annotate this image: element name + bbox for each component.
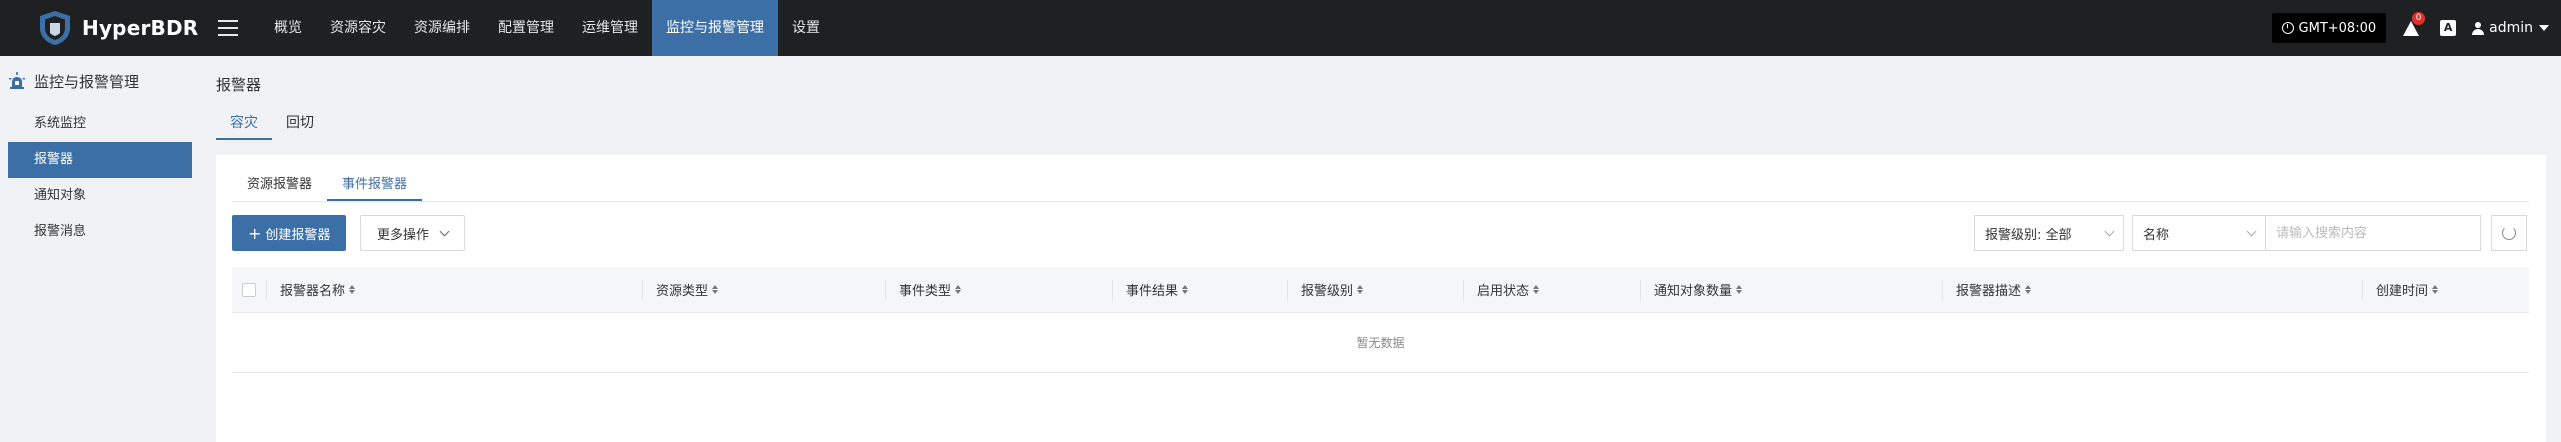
empty-state: 暂无数据 [232, 313, 2529, 373]
tab-failback[interactable]: 回切 [272, 110, 328, 140]
username: admin [2489, 20, 2533, 36]
timezone-button[interactable]: GMT+08:00 [2271, 13, 2387, 43]
chevron-down-icon [2246, 226, 2257, 236]
sort-icon [2025, 285, 2032, 294]
column-label: 报警器名称 [280, 284, 346, 299]
main-nav: 概览 资源容灾 资源编排 配置管理 运维管理 监控与报警管理 设置 [260, 0, 834, 56]
topbar-tools: GMT+08:00 0 A admin [2271, 0, 2561, 56]
main-content: 报警器 容灾 回切 资源报警器 事件报警器 + 创建报警器 更多操作 报警级别:… [216, 56, 2561, 442]
plus-icon: + [248, 223, 262, 243]
sidebar-item-system-monitor[interactable]: 系统监控 [0, 106, 200, 142]
brand-name: HyperBDR [82, 16, 199, 40]
user-menu[interactable]: admin [2472, 20, 2549, 36]
column-label: 报警级别 [1301, 284, 1354, 299]
alarm-level-select[interactable]: 报警级别: 全部 [1974, 215, 2124, 251]
search-input[interactable] [2266, 215, 2481, 251]
column-label: 报警器描述 [1956, 284, 2022, 299]
sidebar-item-alarm-messages[interactable]: 报警消息 [0, 214, 200, 250]
column-label: 事件结果 [1126, 284, 1179, 299]
column-header-notify-count[interactable]: 通知对象数量 [1640, 267, 1942, 313]
sidebar: 监控与报警管理 系统监控 报警器 通知对象 报警消息 [0, 56, 200, 442]
language-icon[interactable]: A [2440, 20, 2457, 36]
search-field-value: 名称 [2143, 227, 2170, 243]
column-header-alarm-level[interactable]: 报警级别 [1287, 267, 1463, 313]
column-label: 创建时间 [2376, 284, 2429, 299]
chevron-down-icon [439, 226, 450, 236]
sort-icon [1736, 285, 1743, 294]
alert-count-badge: 0 [2412, 12, 2426, 25]
search-field-select[interactable]: 名称 [2132, 215, 2266, 251]
column-label: 启用状态 [1477, 284, 1530, 299]
column-label: 通知对象数量 [1654, 284, 1733, 299]
nav-resource-dr[interactable]: 资源容灾 [316, 0, 400, 56]
alarm-light-icon [9, 72, 25, 89]
sidebar-title: 监控与报警管理 [34, 72, 140, 91]
more-actions-label: 更多操作 [377, 227, 430, 243]
select-all-checkbox[interactable] [242, 282, 256, 297]
chevron-down-icon [2104, 226, 2115, 236]
nav-overview[interactable]: 概览 [260, 0, 316, 56]
top-navbar: HyperBDR 概览 资源容灾 资源编排 配置管理 运维管理 监控与报警管理 … [0, 0, 2561, 56]
alert-bell[interactable]: 0 [2402, 12, 2426, 37]
create-alarm-button[interactable]: + 创建报警器 [232, 215, 347, 251]
create-alarm-label: 创建报警器 [265, 227, 331, 243]
sidebar-header: 监控与报警管理 [0, 56, 200, 106]
sort-icon [1533, 285, 1540, 294]
column-header-resource-type[interactable]: 资源类型 [642, 267, 885, 313]
brand-logo[interactable]: HyperBDR [0, 0, 210, 56]
mode-tabs: 容灾 回切 [216, 110, 328, 140]
column-header-name[interactable]: 报警器名称 [266, 267, 642, 313]
sort-icon [955, 285, 962, 294]
column-label: 资源类型 [656, 284, 709, 299]
table-header: 报警器名称 资源类型 事件类型 事件结果 报警级别 启用状态 通知对象数量 报警… [232, 267, 2529, 313]
page-title: 报警器 [216, 76, 262, 94]
nav-orchestration[interactable]: 资源编排 [400, 0, 484, 56]
logo-shield-icon [40, 11, 70, 45]
alarm-type-tabs: 资源报警器 事件报警器 [232, 169, 2529, 202]
sort-icon [2432, 285, 2439, 294]
tab-resource-alarms[interactable]: 资源报警器 [232, 169, 327, 201]
user-icon [2472, 21, 2485, 35]
sidebar-item-alarms[interactable]: 报警器 [8, 142, 192, 178]
timezone-label: GMT+08:00 [2298, 20, 2377, 36]
sort-icon [349, 285, 356, 294]
sort-icon [1357, 285, 1364, 294]
alarm-table: 报警器名称 资源类型 事件类型 事件结果 报警级别 启用状态 通知对象数量 报警… [232, 267, 2529, 373]
alarm-card: 资源报警器 事件报警器 + 创建报警器 更多操作 报警级别: 全部 名称 请输入… [216, 155, 2546, 442]
select-all-cell [232, 267, 266, 313]
nav-operations[interactable]: 运维管理 [568, 0, 652, 56]
tab-dr[interactable]: 容灾 [216, 110, 272, 140]
sort-icon [1182, 285, 1189, 294]
nav-config[interactable]: 配置管理 [484, 0, 568, 56]
menu-toggle-icon[interactable] [218, 20, 238, 36]
sidebar-item-notify-targets[interactable]: 通知对象 [0, 178, 200, 214]
column-header-enabled-status[interactable]: 启用状态 [1463, 267, 1640, 313]
column-header-created-time[interactable]: 创建时间 [2362, 267, 2529, 313]
nav-monitoring-alerts[interactable]: 监控与报警管理 [652, 0, 778, 56]
column-header-description[interactable]: 报警器描述 [1942, 267, 2362, 313]
clock-icon [2281, 22, 2294, 34]
sort-icon [712, 285, 719, 294]
nav-settings[interactable]: 设置 [778, 0, 834, 56]
alarm-level-value: 报警级别: 全部 [1985, 227, 2072, 243]
refresh-icon [2502, 226, 2516, 240]
more-actions-button[interactable]: 更多操作 [360, 215, 466, 251]
tab-event-alarms[interactable]: 事件报警器 [327, 169, 423, 201]
refresh-button[interactable] [2491, 215, 2527, 251]
column-header-event-type[interactable]: 事件类型 [885, 267, 1112, 313]
caret-down-icon [2539, 25, 2549, 31]
column-label: 事件类型 [899, 284, 952, 299]
column-header-event-result[interactable]: 事件结果 [1112, 267, 1287, 313]
